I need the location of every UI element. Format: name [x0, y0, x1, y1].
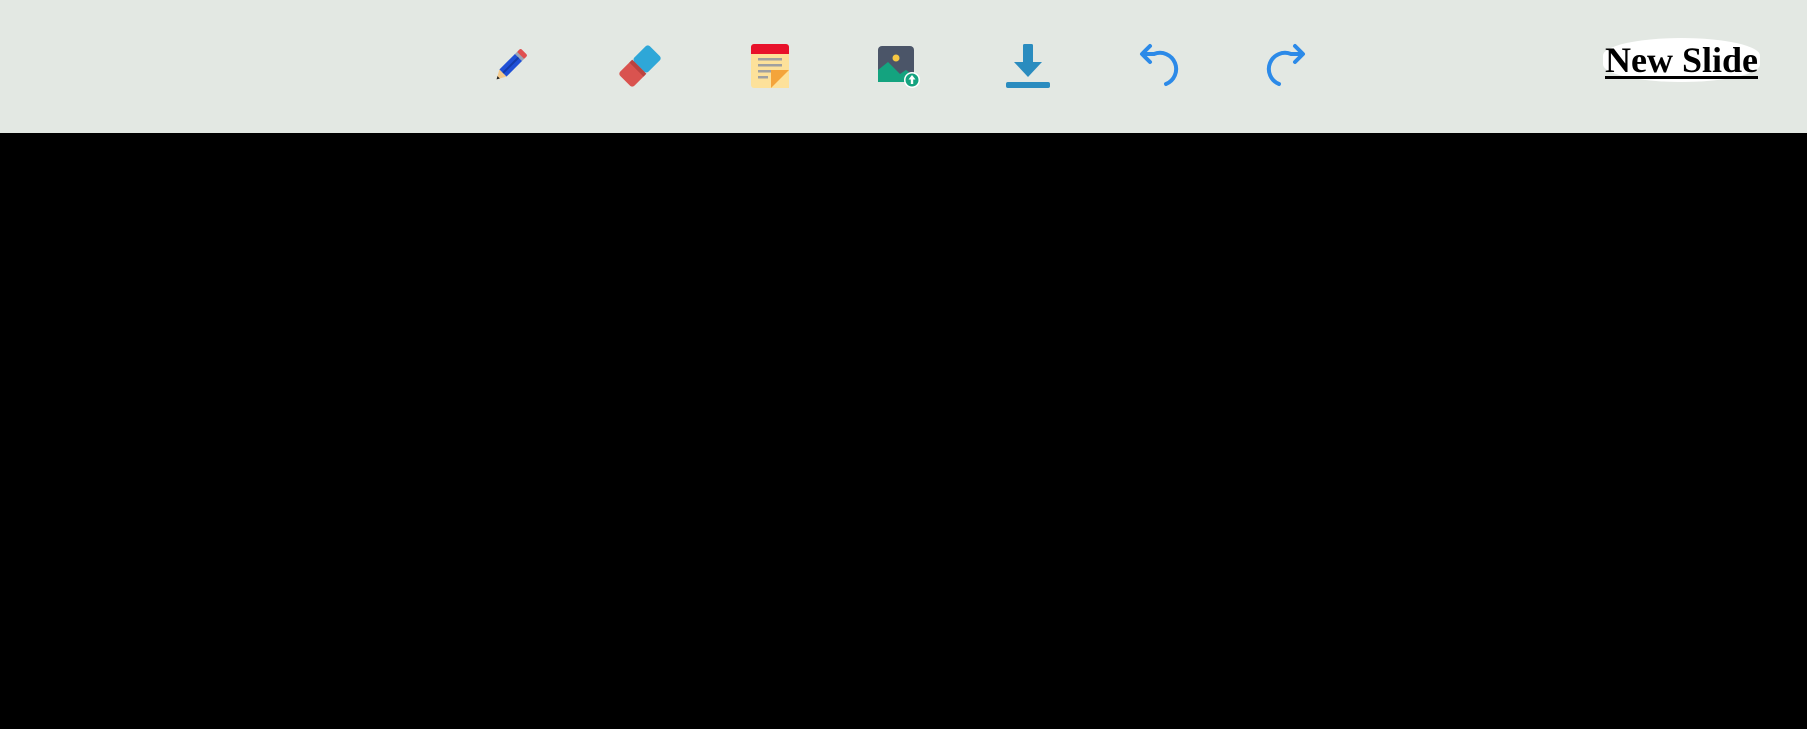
- image-upload-icon: [874, 42, 922, 90]
- sticky-note-icon: [749, 42, 791, 90]
- undo-icon: [1134, 42, 1182, 90]
- sticky-note-tool-button[interactable]: [742, 38, 798, 94]
- new-slide-button[interactable]: New Slide: [1603, 38, 1760, 82]
- undo-button[interactable]: [1130, 38, 1186, 94]
- image-upload-tool-button[interactable]: [870, 38, 926, 94]
- toolbar: New Slide: [0, 0, 1807, 133]
- pencil-tool-button[interactable]: [482, 38, 538, 94]
- redo-icon: [1263, 42, 1311, 90]
- eraser-icon: [616, 42, 664, 90]
- drawing-canvas[interactable]: [0, 133, 1807, 729]
- eraser-tool-button[interactable]: [612, 38, 668, 94]
- redo-button[interactable]: [1259, 38, 1315, 94]
- download-icon: [1004, 42, 1052, 90]
- download-tool-button[interactable]: [1000, 38, 1056, 94]
- pencil-icon: [488, 44, 532, 88]
